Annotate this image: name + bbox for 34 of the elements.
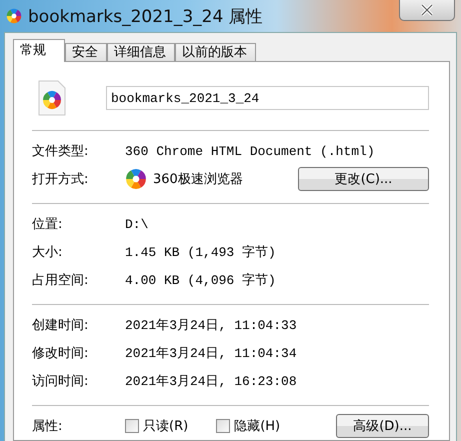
checkbox[interactable]	[125, 419, 139, 433]
field-value: 1.45 KB (1,493 字节)	[125, 244, 276, 261]
field-value: 2021年3月24日, 11:04:34	[125, 345, 297, 362]
field-value: D:\	[125, 216, 148, 232]
name-field[interactable]: bookmarks_2021_3_24	[106, 86, 429, 110]
field-label: 文件类型:	[32, 143, 90, 160]
advanced-button[interactable]: 高级(D)...	[336, 414, 429, 438]
window-title: bookmarks_2021_3_24 属性	[28, 6, 263, 28]
field-label: 创建时间:	[32, 317, 90, 334]
file-icon	[38, 80, 66, 116]
close-button[interactable]	[399, 0, 455, 21]
change-button[interactable]: 更改(C)...	[298, 167, 429, 191]
field-label: 属性:	[32, 418, 64, 435]
app-icon	[6, 8, 22, 24]
field-label: 占用空间:	[32, 272, 90, 289]
field-label: 大小:	[32, 244, 64, 261]
field-label: 打开方式:	[32, 171, 90, 188]
tab[interactable]: 常规	[13, 39, 65, 62]
tab[interactable]: 以前的版本	[175, 43, 256, 62]
field-label: 修改时间:	[32, 345, 90, 362]
tab[interactable]: 详细信息	[107, 43, 175, 62]
checkbox-label[interactable]: 隐藏(H)	[234, 417, 280, 435]
tab[interactable]: 安全	[65, 43, 107, 62]
field-label: 位置:	[32, 216, 64, 233]
field-label: 访问时间:	[32, 373, 90, 390]
app-name: 360极速浏览器	[153, 171, 243, 188]
field-value: 4.00 KB (4,096 字节)	[125, 272, 276, 289]
field-value: 360 Chrome HTML Document (.html)	[125, 144, 375, 158]
checkbox[interactable]	[216, 419, 230, 433]
browser-icon	[125, 168, 147, 190]
checkbox-label[interactable]: 只读(R)	[143, 417, 188, 435]
field-value: 2021年3月24日, 11:04:33	[125, 317, 297, 334]
close-icon	[420, 4, 434, 16]
field-value: 2021年3月24日, 16:23:08	[125, 373, 297, 390]
